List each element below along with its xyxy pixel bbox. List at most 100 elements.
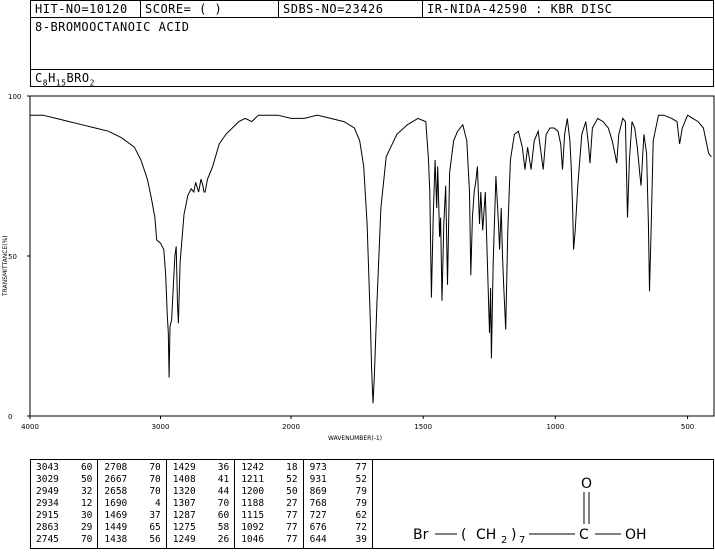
peak-row: 869 79 bbox=[304, 486, 372, 498]
peak-wavenumber: 3029 bbox=[36, 474, 59, 485]
x-axis-label: WAVENUMBER(-1) bbox=[328, 435, 382, 442]
peak-transmittance: 70 bbox=[149, 474, 161, 485]
peak-transmittance: 72 bbox=[355, 522, 367, 533]
y-tick-label: 100 bbox=[8, 93, 21, 101]
peak-transmittance: 18 bbox=[286, 462, 298, 473]
peak-transmittance: 62 bbox=[355, 510, 367, 521]
peak-wavenumber: 1449 bbox=[104, 522, 128, 533]
peak-column: 1429 36 1408 41 1320 44 1307 70 1287 60 1275 58 1249… bbox=[167, 460, 236, 548]
peak-transmittance: 29 bbox=[80, 522, 93, 533]
peak-wavenumber: 1092 bbox=[241, 522, 265, 533]
peak-transmittance: 12 bbox=[80, 498, 93, 509]
peak-row: 1092 77 bbox=[235, 522, 302, 534]
carbon-label: C bbox=[579, 527, 589, 543]
ir-spectrum-chart: 0 50 100 4000 3000 2000 1500 1000 500 TRANSMITT… bbox=[2, 93, 715, 442]
peak-column: 1242 18 1211 52 1200 50 1188 27 1115 77 1092 77 1046… bbox=[235, 460, 304, 548]
peak-row: 727 62 bbox=[304, 510, 372, 522]
peak-wavenumber: 2934 bbox=[36, 498, 59, 509]
structure-box: Br ( CH 2 ) 7 C O OH bbox=[372, 459, 714, 549]
peak-row: 2934 12 bbox=[30, 498, 97, 510]
peak-wavenumber: 2949 bbox=[36, 486, 59, 497]
peak-wavenumber: 1188 bbox=[241, 498, 265, 509]
peak-transmittance: 70 bbox=[80, 534, 93, 545]
peak-wavenumber: 1287 bbox=[172, 510, 196, 521]
peak-transmittance: 30 bbox=[80, 510, 93, 521]
repeat-count: 7 bbox=[519, 535, 525, 546]
close-paren: ) bbox=[511, 527, 516, 543]
peak-transmittance: 65 bbox=[149, 522, 161, 533]
peak-transmittance: 79 bbox=[355, 486, 367, 497]
peak-row: 1690 4 bbox=[98, 498, 165, 510]
peak-row: 676 72 bbox=[304, 522, 372, 534]
peak-row: 973 77 bbox=[304, 462, 372, 474]
peak-transmittance: 60 bbox=[217, 510, 230, 521]
peak-transmittance: 77 bbox=[286, 510, 298, 521]
peak-transmittance: 44 bbox=[217, 486, 230, 497]
peak-row: 2745 70 bbox=[30, 534, 97, 546]
peak-transmittance: 60 bbox=[80, 462, 93, 473]
peak-row: 1188 27 bbox=[235, 498, 302, 510]
peak-transmittance: 58 bbox=[217, 522, 230, 533]
y-tick-label: 50 bbox=[8, 253, 17, 261]
peak-wavenumber: 1690 bbox=[104, 498, 128, 509]
peak-transmittance: 27 bbox=[286, 498, 298, 509]
peak-row: 1275 58 bbox=[167, 522, 234, 534]
peak-wavenumber: 1275 bbox=[172, 522, 196, 533]
peak-wavenumber: 1408 bbox=[172, 474, 196, 485]
peak-row: 1320 44 bbox=[167, 486, 234, 498]
peak-wavenumber: 727 bbox=[309, 510, 327, 521]
peak-transmittance: 70 bbox=[149, 462, 161, 473]
peak-wavenumber: 644 bbox=[309, 534, 327, 545]
peak-wavenumber: 1115 bbox=[241, 510, 265, 521]
peak-wavenumber: 973 bbox=[309, 462, 327, 473]
x-tick-label: 500 bbox=[681, 423, 694, 431]
peak-row: 1287 60 bbox=[167, 510, 234, 522]
peak-transmittance: 39 bbox=[355, 534, 367, 545]
x-tick-label: 1500 bbox=[414, 423, 432, 431]
peak-row: 2949 32 bbox=[30, 486, 97, 498]
peak-transmittance: 52 bbox=[355, 474, 367, 485]
peak-row: 2658 70 bbox=[98, 486, 165, 498]
peak-wavenumber: 1469 bbox=[104, 510, 128, 521]
peak-row: 1408 41 bbox=[167, 474, 234, 486]
y-axis-label: TRANSMITTANCE(%) bbox=[2, 235, 9, 297]
peak-transmittance: 77 bbox=[286, 534, 298, 545]
peak-wavenumber: 1438 bbox=[104, 534, 128, 545]
ch2-label: CH bbox=[476, 527, 496, 543]
peak-row: 1046 77 bbox=[235, 534, 302, 546]
peak-row: 1211 52 bbox=[235, 474, 302, 486]
peak-wavenumber: 1249 bbox=[172, 534, 196, 545]
peak-row: 2863 29 bbox=[30, 522, 97, 534]
peak-transmittance: 52 bbox=[286, 474, 298, 485]
peak-wavenumber: 2863 bbox=[36, 522, 59, 533]
peak-row: 1307 70 bbox=[167, 498, 234, 510]
peak-row: 1429 36 bbox=[167, 462, 234, 474]
peak-row: 1469 37 bbox=[98, 510, 165, 522]
peak-row: 2915 30 bbox=[30, 510, 97, 522]
peak-wavenumber: 1429 bbox=[172, 462, 196, 473]
peak-transmittance: 77 bbox=[355, 462, 367, 473]
peak-row: 768 79 bbox=[304, 498, 372, 510]
peak-row: 1242 18 bbox=[235, 462, 302, 474]
peak-wavenumber: 1307 bbox=[172, 498, 196, 509]
peak-transmittance: 77 bbox=[286, 522, 298, 533]
peak-row: 3043 60 bbox=[30, 462, 97, 474]
peak-wavenumber: 2708 bbox=[104, 462, 128, 473]
peak-row: 2667 70 bbox=[98, 474, 165, 486]
spectrum-line bbox=[30, 114, 712, 404]
peak-row: 931 52 bbox=[304, 474, 372, 486]
ch2-subscript: 2 bbox=[501, 535, 507, 546]
peak-wavenumber: 2667 bbox=[104, 474, 128, 485]
peak-row: 1449 65 bbox=[98, 522, 165, 534]
peak-row: 2708 70 bbox=[98, 462, 165, 474]
peak-transmittance: 26 bbox=[217, 534, 230, 545]
peak-wavenumber: 1046 bbox=[241, 534, 265, 545]
peak-wavenumber: 3043 bbox=[36, 462, 59, 473]
peak-wavenumber: 1211 bbox=[241, 474, 265, 485]
peak-transmittance: 56 bbox=[149, 534, 161, 545]
peak-wavenumber: 676 bbox=[309, 522, 327, 533]
peak-column: 973 77 931 52 869 79 768 79 727 62 676 72 644 39 bbox=[304, 460, 372, 548]
hydroxyl-label: OH bbox=[625, 527, 647, 543]
x-tick-label: 4000 bbox=[21, 423, 39, 431]
peak-transmittance: 50 bbox=[286, 486, 298, 497]
